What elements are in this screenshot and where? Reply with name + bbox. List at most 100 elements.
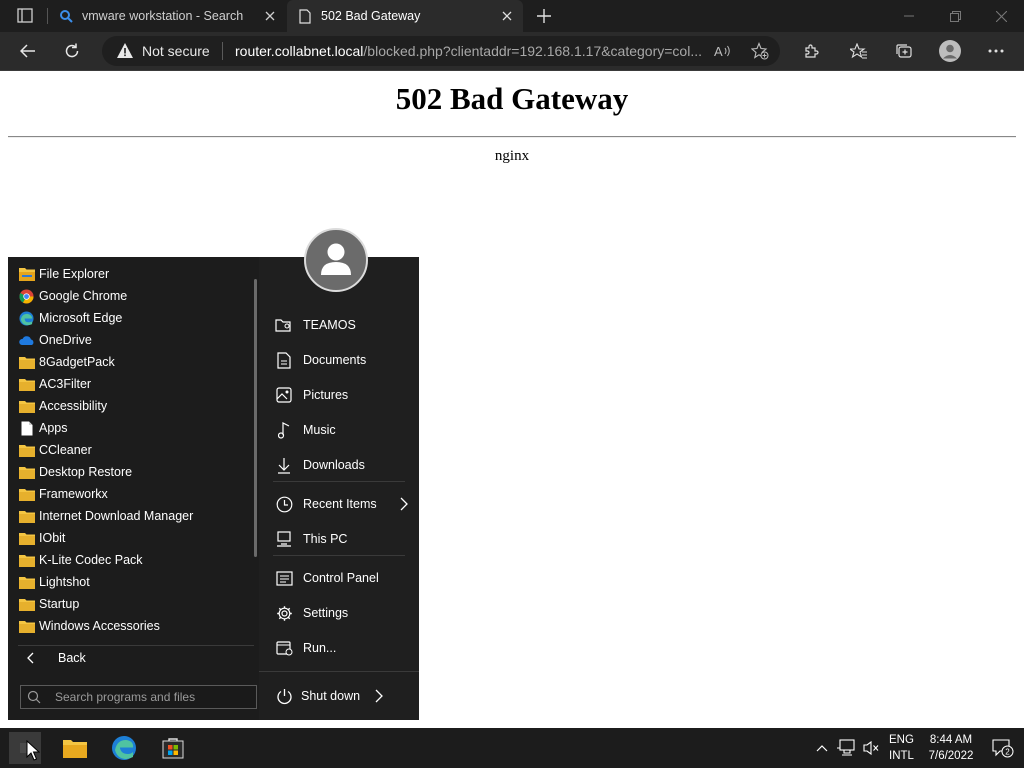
program-item[interactable]: IObit xyxy=(18,527,253,549)
place-user-folder[interactable]: TEAMOS xyxy=(273,312,413,338)
program-label: Lightshot xyxy=(39,575,90,589)
volume-muted-icon xyxy=(863,740,879,756)
place-this-pc[interactable]: This PC xyxy=(273,526,413,552)
place-settings[interactable]: Settings xyxy=(273,600,413,626)
places-divider xyxy=(273,481,405,482)
start-search-box[interactable] xyxy=(20,685,257,709)
back-button[interactable]: Back xyxy=(18,647,254,669)
onedrive-icon xyxy=(18,332,35,348)
user-avatar[interactable] xyxy=(304,228,368,292)
favorites-star-icon xyxy=(850,43,867,59)
folder-icon xyxy=(18,442,35,458)
power-icon xyxy=(275,687,293,705)
program-label: Microsoft Edge xyxy=(39,311,123,325)
program-item[interactable]: Startup xyxy=(18,593,253,615)
program-item[interactable]: Microsoft Edge xyxy=(18,307,253,329)
warning-icon[interactable] xyxy=(116,42,134,60)
program-label: Windows Accessories xyxy=(39,619,160,633)
program-item[interactable]: OneDrive xyxy=(18,329,253,351)
folder-icon xyxy=(18,530,35,546)
computer-icon xyxy=(275,530,293,548)
shutdown-label: Shut down xyxy=(301,689,361,703)
start-menu: File Explorer Google Chrome Microsoft Edge… xyxy=(8,257,419,720)
tab-label: vmware workstation - Search xyxy=(82,9,244,23)
place-label: Settings xyxy=(303,606,349,620)
collections-button[interactable] xyxy=(889,37,919,65)
taskbar-store[interactable] xyxy=(157,732,189,764)
profile-button[interactable] xyxy=(935,37,965,65)
place-label: Downloads xyxy=(303,458,365,472)
svg-text:A: A xyxy=(714,44,723,59)
user-icon xyxy=(321,243,351,275)
read-aloud-icon[interactable]: A xyxy=(712,41,734,61)
url-text[interactable]: router.collabnet.local/blocked.php?clien… xyxy=(235,43,705,59)
new-tab-button[interactable] xyxy=(532,4,556,28)
program-item[interactable]: File Explorer xyxy=(18,263,253,285)
place-label: TEAMOS xyxy=(303,318,356,332)
add-favorite-icon[interactable] xyxy=(749,41,771,61)
place-control-panel[interactable]: Control Panel xyxy=(273,565,413,591)
program-item[interactable]: Windows Accessories xyxy=(18,615,253,637)
shutdown-button[interactable]: Shut down xyxy=(273,683,393,709)
program-item[interactable]: Google Chrome xyxy=(18,285,253,307)
program-item[interactable]: Lightshot xyxy=(18,571,253,593)
refresh-button[interactable] xyxy=(57,37,87,65)
music-note-icon xyxy=(275,421,293,439)
taskbar-file-explorer[interactable] xyxy=(59,732,91,764)
tab-search[interactable]: vmware workstation - Search xyxy=(48,0,286,32)
place-run[interactable]: Run... xyxy=(273,635,413,661)
edge-icon xyxy=(18,310,35,326)
close-tab-icon[interactable] xyxy=(497,6,517,26)
place-recent-items[interactable]: Recent Items xyxy=(273,491,413,517)
more-options-button[interactable] xyxy=(981,37,1011,65)
input-language-indicator[interactable]: ENG INTL xyxy=(889,732,914,764)
show-hidden-icons-button[interactable] xyxy=(812,738,832,758)
clock[interactable]: 8:44 AM 7/6/2022 xyxy=(926,732,976,764)
taskbar: ENG INTL 8:44 AM 7/6/2022 2 xyxy=(0,728,1024,768)
place-pictures[interactable]: Pictures xyxy=(273,382,413,408)
program-item[interactable]: CCleaner xyxy=(18,439,253,461)
address-bar[interactable]: Not secure router.collabnet.local/blocke… xyxy=(102,36,780,66)
close-window-button[interactable] xyxy=(978,0,1024,32)
chevron-left-icon xyxy=(20,652,40,664)
volume-tray-icon[interactable] xyxy=(861,738,881,758)
program-item[interactable]: AC3Filter xyxy=(18,373,253,395)
chevron-up-icon xyxy=(816,745,828,752)
place-downloads[interactable]: Downloads xyxy=(273,452,413,478)
back-button[interactable] xyxy=(13,37,43,65)
taskbar-edge[interactable] xyxy=(108,732,140,764)
extensions-button[interactable] xyxy=(796,37,826,65)
program-item[interactable]: K-Lite Codec Pack xyxy=(18,549,253,571)
close-tab-icon[interactable] xyxy=(260,6,280,26)
programs-divider xyxy=(18,645,254,646)
program-item[interactable]: Accessibility xyxy=(18,395,253,417)
place-music[interactable]: Music xyxy=(273,417,413,443)
arrow-left-icon xyxy=(20,44,35,58)
puzzle-icon xyxy=(805,44,819,58)
favorites-button[interactable] xyxy=(844,37,874,65)
program-label: IObit xyxy=(39,531,66,545)
program-item[interactable]: Internet Download Manager xyxy=(18,505,253,527)
program-item[interactable]: Apps xyxy=(18,417,253,439)
tab-502-bad-gateway[interactable]: 502 Bad Gateway xyxy=(287,0,523,32)
program-item[interactable]: Frameworkx xyxy=(18,483,253,505)
network-icon xyxy=(837,739,855,756)
program-item[interactable]: 8GadgetPack xyxy=(18,351,253,373)
restore-button[interactable] xyxy=(932,0,978,32)
browser-tab-bar: vmware workstation - Search 502 Bad Gate… xyxy=(0,0,1024,32)
folder-icon xyxy=(18,398,35,414)
program-item[interactable]: Desktop Restore xyxy=(18,461,253,483)
search-input[interactable] xyxy=(55,689,250,705)
program-list-scrollbar[interactable] xyxy=(254,279,257,557)
security-label[interactable]: Not secure xyxy=(142,43,210,59)
notifications-button[interactable]: 2 xyxy=(992,738,1014,758)
place-documents[interactable]: Documents xyxy=(273,347,413,373)
minimize-button[interactable] xyxy=(886,0,932,32)
keyboard-layout: INTL xyxy=(889,750,914,762)
server-name: nginx xyxy=(494,148,530,164)
plus-icon xyxy=(537,9,551,23)
tab-label: 502 Bad Gateway xyxy=(321,9,421,23)
clock-time: 8:44 AM xyxy=(929,734,973,746)
network-tray-icon[interactable] xyxy=(836,738,856,758)
tab-actions-button[interactable] xyxy=(10,6,38,26)
